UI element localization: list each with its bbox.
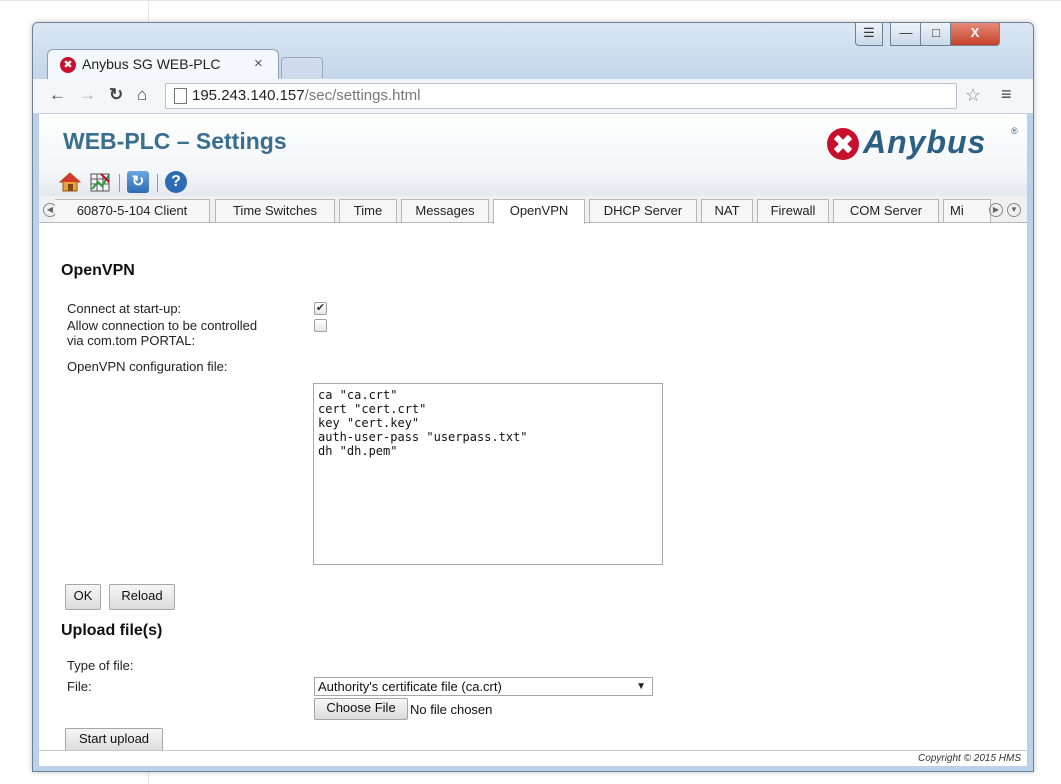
tab-time[interactable]: Time — [339, 199, 397, 222]
tab-nat[interactable]: NAT — [701, 199, 753, 222]
reload-icon[interactable]: ↻ — [109, 85, 123, 105]
settings-tab-bar: ◀ 60870-5-104 Client Time Switches Time … — [39, 196, 1027, 224]
allow-portal-control-checkbox[interactable] — [314, 319, 327, 332]
tab-60870-5-104-client[interactable]: 60870-5-104 Client — [55, 199, 210, 222]
tab-firewall[interactable]: Firewall — [757, 199, 829, 222]
connect-at-startup-checkbox[interactable]: ✔ — [314, 302, 327, 315]
scroll-tabs-right-icon[interactable]: ▶ — [989, 203, 1003, 217]
home-icon[interactable]: ⌂ — [137, 85, 147, 105]
tab-openvpn[interactable]: OpenVPN — [493, 199, 585, 224]
browser-tab[interactable]: ✖ Anybus SG WEB-PLC × — [47, 49, 279, 80]
allow-portal-control-label-line2: via com.tom PORTAL: — [67, 333, 196, 348]
url-host: 195.243.140.157 — [192, 87, 305, 104]
minimize-button[interactable]: — — [890, 23, 922, 46]
reload-button[interactable]: Reload — [109, 584, 175, 610]
choose-file-button[interactable]: Choose File — [314, 698, 408, 720]
file-type-select[interactable]: Authority's certificate file (ca.crt) ▼ — [314, 677, 653, 696]
url-path: /sec/settings.html — [304, 87, 421, 104]
page-header: WEB-PLC – Settings Anybus ® — [39, 114, 1027, 166]
copyright-text: Copyright © 2015 HMS — [918, 753, 1021, 764]
page-icon — [174, 88, 187, 104]
home-icon[interactable] — [59, 171, 81, 193]
no-file-chosen-text: No file chosen — [410, 702, 493, 717]
allow-portal-control-label-line1: Allow connection to be controlled — [67, 318, 258, 333]
tab-messages[interactable]: Messages — [401, 199, 489, 222]
config-file-label: OpenVPN configuration file: — [67, 359, 228, 374]
tab-close-icon[interactable]: × — [254, 55, 263, 72]
logo-text: Anybus — [863, 124, 987, 160]
address-bar[interactable]: 195.243.140.157/sec/settings.html — [165, 83, 957, 109]
refresh-icon[interactable]: ↻ — [127, 171, 149, 193]
chevron-down-icon: ▼ — [636, 681, 646, 692]
browser-toolbar: ← → ↻ ⌂ 195.243.140.157/sec/settings.htm… — [33, 79, 1033, 114]
page-content: WEB-PLC – Settings Anybus ® ↻ ? ◀ 60870-… — [39, 114, 1027, 766]
logo-registered-mark: ® — [1011, 126, 1018, 136]
config-file-textarea[interactable]: ca "ca.crt" cert "cert.crt" key "cert.ke… — [313, 383, 663, 565]
file-label: File: — [67, 679, 92, 694]
ok-button[interactable]: OK — [65, 584, 101, 610]
maximize-button[interactable]: □ — [920, 23, 952, 46]
anybus-logo-icon — [827, 128, 859, 160]
tab-list-dropdown-icon[interactable]: ▼ — [1007, 203, 1021, 217]
user-profile-icon[interactable]: ☰ — [855, 23, 883, 46]
connect-at-startup-label: Connect at start-up: — [67, 301, 182, 316]
grid-icon[interactable] — [89, 171, 111, 193]
toolbar-divider — [119, 174, 120, 192]
new-tab-button[interactable] — [281, 57, 323, 78]
browser-window: ✖ Anybus SG WEB-PLC × ☰ — □ X ← → ↻ ⌂ 19… — [32, 22, 1034, 772]
back-arrow-icon[interactable]: ← — [49, 85, 66, 105]
anybus-logo: Anybus ® — [827, 124, 1023, 166]
start-upload-button[interactable]: Start upload — [65, 728, 163, 752]
help-icon[interactable]: ? — [165, 171, 187, 193]
type-of-file-label: Type of file: — [67, 658, 134, 673]
tab-com-server[interactable]: COM Server — [833, 199, 939, 222]
file-type-selected-value: Authority's certificate file (ca.crt) — [318, 679, 502, 694]
forward-arrow-icon[interactable]: → — [79, 85, 96, 105]
upload-section-title: Upload file(s) — [61, 622, 163, 639]
bookmark-star-icon[interactable]: ☆ — [965, 85, 981, 106]
icon-toolbar: ↻ ? — [39, 166, 1027, 196]
tab-time-switches[interactable]: Time Switches — [215, 199, 335, 222]
page-footer: Copyright © 2015 HMS — [39, 750, 1027, 766]
close-window-button[interactable]: X — [950, 23, 1000, 46]
tab-title: Anybus SG WEB-PLC — [82, 56, 221, 72]
menu-icon[interactable]: ≡ — [1001, 84, 1012, 105]
openvpn-section-title: OpenVPN — [61, 262, 135, 279]
page-top-border — [0, 0, 1061, 1]
title-bar: ✖ Anybus SG WEB-PLC × ☰ — □ X — [33, 23, 1033, 80]
url-text: 195.243.140.157/sec/settings.html — [192, 87, 421, 104]
toolbar-divider — [157, 174, 158, 192]
page-title: WEB-PLC – Settings — [63, 128, 287, 154]
tab-overflow-partial[interactable]: Mi — [943, 199, 991, 222]
anybus-favicon-icon: ✖ — [60, 57, 76, 73]
tab-dhcp-server[interactable]: DHCP Server — [589, 199, 697, 222]
